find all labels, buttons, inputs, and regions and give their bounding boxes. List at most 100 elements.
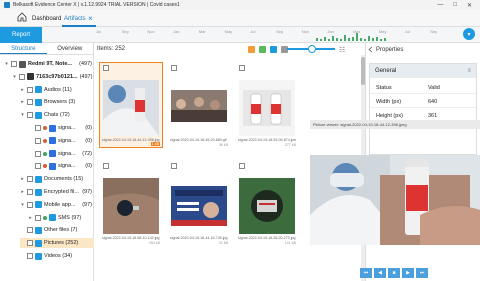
timeline-bar[interactable] [364, 39, 366, 41]
thumbnail-checkbox[interactable] [103, 163, 109, 169]
tree-checkbox[interactable] [35, 125, 41, 131]
expanded-arrow-icon[interactable]: ▾ [20, 202, 25, 208]
timeline-bar[interactable] [332, 36, 334, 41]
thumbnail-image[interactable] [239, 178, 295, 234]
minimize-button[interactable]: — [437, 2, 443, 9]
thumbnail-image[interactable] [103, 178, 159, 234]
tree-node[interactable]: ▸ Browsers (3) [20, 97, 94, 107]
group-collapse-icon[interactable]: ≡ [467, 64, 471, 78]
tree-node[interactable]: ▾ Redmi 9T, Note... (497) [4, 59, 94, 69]
filter-icon[interactable]: ▾ [463, 28, 475, 40]
thumbnail-image[interactable] [239, 80, 295, 136]
tree-node[interactable]: signa... (72) [28, 149, 94, 159]
tree-checkbox[interactable] [27, 227, 33, 234]
tree-node[interactable]: ▸ Documents (15) [20, 174, 94, 184]
timeline-histogram[interactable]: Jul Sep Nov Jan Mar May Jul Sep Nov Jan Mar May Jul S… [96, 29, 456, 41]
close-tab-icon[interactable]: × [88, 14, 93, 23]
timeline-bar[interactable] [360, 38, 362, 41]
thumbnail-checkbox[interactable] [239, 163, 245, 169]
close-window-button[interactable]: ✕ [467, 2, 472, 9]
tab-artifacts[interactable]: Artifacts [64, 16, 86, 22]
expanded-arrow-icon[interactable]: ▾ [12, 74, 17, 80]
thumbnail-checkbox[interactable] [171, 65, 177, 71]
tree-checkbox[interactable] [27, 189, 33, 195]
timeline-bar[interactable] [352, 37, 354, 41]
last-image-button[interactable]: ⏭ [416, 268, 428, 278]
stop-button[interactable]: ■ [388, 268, 400, 278]
tree-node[interactable]: ▸ Encrypted fil... (97) [20, 187, 94, 197]
tree-checkbox[interactable] [27, 86, 33, 93]
tree-node[interactable]: ▾ Chats (72) [20, 110, 94, 120]
collapse-icon[interactable] [368, 46, 374, 53]
tree-checkbox[interactable] [35, 163, 41, 170]
tree-checkbox[interactable] [27, 112, 33, 119]
tree-node[interactable]: ▾ 7163c97b0121... (497) [12, 72, 94, 82]
tree-checkbox[interactable] [27, 240, 33, 247]
grid-view-icon[interactable]: ☷ [339, 46, 345, 54]
tree-checkbox[interactable] [27, 253, 33, 259]
thumbnail-card[interactable]: signal-2022-04-19-18-53-09-674.jpeg 277 k… [235, 62, 299, 148]
timeline-bar[interactable] [368, 36, 370, 41]
timeline-bar[interactable] [376, 37, 378, 41]
maximize-button[interactable]: □ [453, 2, 457, 9]
thumbnail-image[interactable] [171, 178, 227, 234]
timeline-bar[interactable] [328, 39, 330, 41]
timeline-bar[interactable] [320, 39, 322, 41]
tree-node[interactable]: ▸ SMS (97) [28, 213, 94, 223]
thumbnail-image[interactable] [103, 80, 159, 136]
thumbnail-card[interactable]: signal-2022-04-19-18-58-10-142.jpg 254 kB [99, 160, 163, 246]
tree-checkbox[interactable] [11, 61, 17, 67]
next-image-button[interactable]: ▶ [402, 268, 414, 278]
tree-checkbox[interactable] [27, 176, 33, 183]
tree-node[interactable]: ▸ Audios (11) [20, 85, 94, 95]
report-button[interactable]: Report [0, 27, 42, 43]
timeline-bar[interactable] [336, 38, 338, 41]
home-icon[interactable] [17, 12, 27, 22]
tree-node[interactable]: signa... (0) [28, 136, 94, 146]
thumbnail-checkbox[interactable] [239, 65, 245, 71]
thumbnail-checkbox[interactable] [171, 163, 177, 169]
settings-icon[interactable] [248, 46, 255, 53]
timeline-bar[interactable] [348, 38, 350, 41]
thumbnail-card[interactable]: signal-2022-04-19-18-44-19-745.jpg 32 kB [167, 160, 231, 246]
previous-image-button[interactable]: ◀ [374, 268, 386, 278]
tree-checkbox[interactable] [35, 214, 41, 221]
collapsed-arrow-icon[interactable]: ▸ [20, 189, 25, 195]
timeline-bar[interactable] [380, 39, 382, 41]
tree-node[interactable]: ▾ Mobile app... (97) [20, 200, 94, 210]
refresh-icon[interactable] [259, 46, 266, 53]
tree-checkbox[interactable] [35, 137, 41, 144]
export-icon[interactable] [270, 46, 277, 53]
expanded-arrow-icon[interactable]: ▾ [4, 61, 9, 67]
expanded-arrow-icon[interactable]: ▾ [20, 112, 25, 118]
timeline-bar[interactable] [340, 39, 342, 41]
timeline-bar[interactable] [344, 35, 346, 41]
thumbnail-image[interactable] [171, 80, 227, 136]
tree-checkbox[interactable] [19, 73, 25, 80]
timeline-bar[interactable] [372, 38, 374, 41]
tree-node[interactable]: Other files (7) [20, 225, 94, 235]
collapsed-arrow-icon[interactable]: ▸ [20, 99, 25, 105]
timeline-bar[interactable] [316, 38, 318, 41]
tree-node[interactable]: signa... (0) [28, 123, 94, 133]
tree-node[interactable]: Videos (34) [20, 251, 94, 261]
tree-checkbox[interactable] [35, 150, 41, 157]
zoom-slider-handle[interactable] [308, 45, 316, 53]
thumbnail-card[interactable]: signal-2022-04-19-18-36-20-273.jpg 101 kB [235, 160, 299, 246]
tree-checkbox[interactable] [27, 201, 33, 208]
collapsed-arrow-icon[interactable]: ▸ [28, 215, 33, 221]
timeline-bar[interactable] [356, 33, 358, 41]
general-group-header[interactable]: General ≡ [370, 64, 476, 78]
collapsed-arrow-icon[interactable]: ▸ [20, 176, 25, 182]
collapsed-arrow-icon[interactable]: ▸ [20, 87, 25, 93]
thumbnail-card[interactable]: signal-2022-04-19-18-45-29-680.gif 36 kB [167, 62, 231, 148]
tree-node[interactable]: signa... (0) [28, 161, 94, 171]
first-image-button[interactable]: ⏮ [360, 268, 372, 278]
tree-checkbox[interactable] [27, 99, 33, 106]
tab-overview[interactable]: Overview [47, 43, 94, 54]
tab-structure[interactable]: Structure [0, 43, 47, 54]
timeline-bar[interactable] [384, 38, 386, 41]
tree-node[interactable]: Pictures (252) [20, 238, 94, 249]
thumbnail-checkbox[interactable] [103, 65, 109, 71]
timeline-bar[interactable] [324, 37, 326, 41]
